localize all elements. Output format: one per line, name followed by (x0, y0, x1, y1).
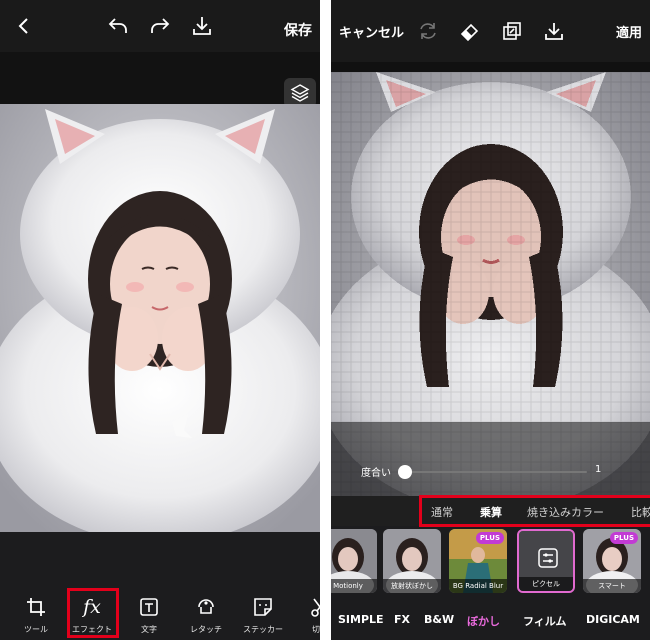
tool-sticker[interactable]: ステッカー (233, 596, 293, 636)
redo-icon[interactable] (148, 14, 172, 38)
tool-label: ツール (24, 625, 48, 634)
tool-cutout[interactable]: 切り (290, 596, 320, 636)
refresh-icon[interactable] (417, 20, 439, 42)
tab-blur[interactable]: ぼかし (467, 613, 500, 629)
editor-screen-left: 保存 ツール fx エフェクト 文字 レタッチ ステッカー 切 (0, 0, 320, 640)
filter-label: Motionly (331, 579, 377, 593)
plus-badge: PLUS (475, 532, 504, 544)
retouch-icon (195, 596, 217, 618)
filter-label: 放射状ぼかし (383, 579, 441, 593)
tab-bw[interactable]: B&W (424, 613, 454, 626)
photo-canvas[interactable] (0, 104, 320, 532)
filter-thumb-smart[interactable]: PLUS スマート (583, 529, 641, 593)
tab-film[interactable]: フィルム (523, 613, 567, 629)
tool-tools[interactable]: ツール (6, 596, 66, 636)
save-button[interactable]: 保存 (284, 20, 312, 40)
crop-icon (25, 596, 47, 618)
text-icon (138, 596, 160, 618)
plus-badge: PLUS (609, 532, 638, 544)
editor-screen-right: キャンセル 適用 度合い 1 通常 乗算 焼き込みカラー 比較 Motionly… (331, 0, 650, 640)
filter-label: ピクセル (519, 577, 573, 591)
tool-label: 切り (312, 625, 320, 634)
filter-thumb-pixel[interactable]: ピクセル (517, 529, 575, 593)
canvas-toolbar-area (0, 52, 320, 104)
highlight-box (419, 495, 650, 527)
filter-label: BG Radial Blur (449, 579, 507, 593)
photo-canvas[interactable] (331, 72, 650, 510)
intensity-slider-track[interactable] (405, 471, 587, 473)
top-bar: 保存 (0, 0, 320, 52)
undo-icon[interactable] (106, 14, 130, 38)
top-bar: キャンセル 適用 (331, 0, 650, 62)
download-icon[interactable] (543, 20, 565, 42)
intensity-value: 1 (595, 464, 602, 475)
intensity-label: 度合い (361, 468, 391, 479)
canvas-gap (331, 62, 650, 72)
sliders-icon (538, 548, 558, 568)
tool-label: ステッカー (243, 625, 283, 634)
cutout-icon (309, 596, 320, 618)
cancel-button[interactable]: キャンセル (339, 22, 404, 41)
tool-retouch[interactable]: レタッチ (176, 596, 236, 636)
filter-thumb-bg-radial-blur[interactable]: PLUS BG Radial Blur (449, 529, 507, 593)
filter-category-tabs: SIMPLE FX B&W ぼかし フィルム DIGICAM (331, 600, 650, 640)
highlight-box (67, 588, 119, 638)
tool-label: レタッチ (190, 625, 222, 634)
filter-strip: Motionly 放射状ぼかし PLUS BG Radial Blur ピクセル… (331, 529, 650, 595)
sticker-icon (252, 596, 274, 618)
intensity-slider-thumb[interactable] (398, 465, 412, 479)
intensity-control: 度合い 1 (331, 455, 650, 489)
eraser-icon[interactable] (459, 20, 481, 42)
tool-text[interactable]: 文字 (119, 596, 179, 636)
download-icon[interactable] (190, 14, 214, 38)
filter-label: スマート (583, 579, 641, 593)
filter-thumb-motionly[interactable]: Motionly (331, 529, 377, 593)
tab-fx[interactable]: FX (394, 613, 410, 626)
tab-simple[interactable]: SIMPLE (338, 613, 384, 626)
compare-icon[interactable] (501, 20, 523, 42)
tab-digicam[interactable]: DIGICAM (586, 613, 640, 626)
chevron-left-icon[interactable] (12, 14, 36, 38)
tool-label: 文字 (141, 625, 157, 634)
apply-button[interactable]: 適用 (616, 22, 642, 41)
filter-thumb-radial-blur[interactable]: 放射状ぼかし (383, 529, 441, 593)
